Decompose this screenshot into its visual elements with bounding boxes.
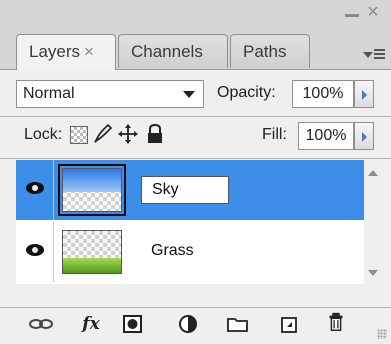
- lock-image-brush-icon[interactable]: [92, 123, 114, 145]
- tab-layers[interactable]: Layers ×: [16, 34, 116, 70]
- arrow-right-icon: [362, 132, 367, 142]
- eye-icon: [26, 244, 44, 256]
- visibility-toggle[interactable]: [16, 160, 54, 220]
- lock-position-move-icon[interactable]: [117, 123, 139, 145]
- blend-mode-value: Normal: [23, 85, 75, 102]
- fill-input[interactable]: 100%: [298, 122, 354, 150]
- divider: [0, 307, 391, 308]
- minimize-icon[interactable]: [345, 14, 359, 17]
- tab-channels[interactable]: Channels: [118, 34, 228, 68]
- panel-titlebar: ×: [0, 0, 391, 34]
- layer-name: Grass: [151, 242, 194, 259]
- tab-layers-label: Layers: [29, 42, 81, 61]
- panel-menu-icon[interactable]: [363, 46, 385, 64]
- layer-thumbnail-sky: [58, 164, 126, 216]
- new-layer-icon[interactable]: [278, 313, 300, 335]
- opacity-input[interactable]: 100%: [292, 80, 354, 108]
- lock-label: Lock:: [24, 126, 63, 143]
- adjustment-layer-icon[interactable]: [178, 313, 202, 335]
- scrollbar[interactable]: [364, 160, 382, 284]
- fill-spin-button[interactable]: [354, 122, 374, 150]
- trash-icon[interactable]: [326, 311, 346, 333]
- blend-mode-select[interactable]: Normal: [16, 80, 204, 108]
- close-icon[interactable]: ×: [363, 2, 383, 22]
- layer-name-input[interactable]: Sky: [141, 176, 229, 204]
- mask-icon[interactable]: [122, 313, 144, 335]
- resize-grip[interactable]: [377, 329, 387, 339]
- divider: [0, 158, 391, 159]
- tab-close-icon[interactable]: ×: [84, 42, 94, 61]
- divider: [0, 116, 391, 117]
- layers-panel: × Layers × Channels Paths Normal Opacity:…: [0, 0, 391, 344]
- tab-channels-label: Channels: [131, 42, 203, 61]
- scroll-up-icon[interactable]: [368, 170, 378, 176]
- folder-icon[interactable]: [226, 313, 250, 335]
- layer-thumbnail-grass: [62, 230, 122, 274]
- eye-icon: [26, 182, 44, 194]
- layer-row-sky[interactable]: Sky: [16, 160, 364, 220]
- layer-row-grass[interactable]: Grass: [16, 222, 364, 282]
- lock-transparency-icon[interactable]: [70, 126, 88, 144]
- chevron-down-icon: [183, 91, 195, 98]
- tab-paths-label: Paths: [243, 42, 287, 61]
- link-icon[interactable]: [28, 313, 54, 335]
- visibility-toggle[interactable]: [16, 222, 54, 282]
- tab-paths[interactable]: Paths: [230, 34, 310, 68]
- layers-list: Sky Grass: [16, 160, 364, 284]
- fx-icon[interactable]: fx: [76, 313, 106, 335]
- fill-label: Fill:: [262, 126, 287, 143]
- lock-all-icon[interactable]: [145, 123, 165, 145]
- opacity-label: Opacity:: [217, 84, 276, 101]
- arrow-right-icon: [362, 90, 367, 100]
- scroll-down-icon[interactable]: [368, 270, 378, 276]
- opacity-spin-button[interactable]: [354, 80, 374, 108]
